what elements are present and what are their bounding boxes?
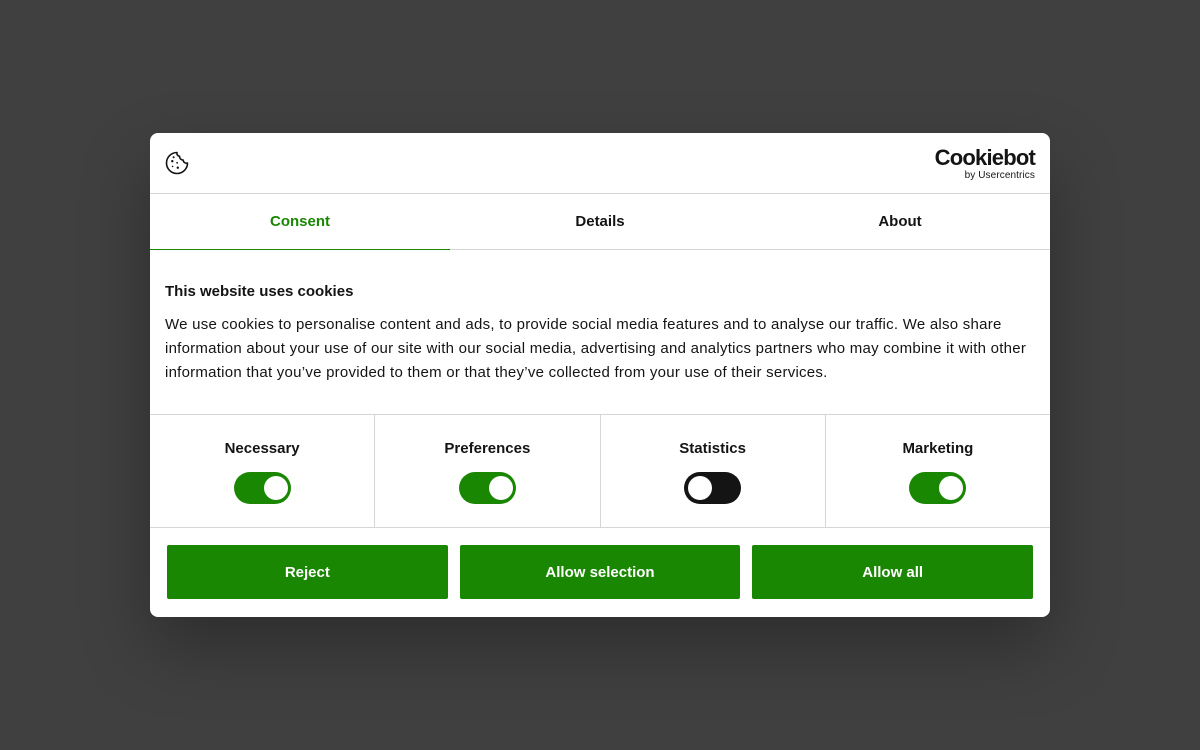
consent-body: This website uses cookies We use cookies…: [150, 250, 1050, 415]
dialog-header: Cookiebot by Usercentrics: [150, 133, 1050, 194]
brand-name: Cookiebot: [934, 145, 1036, 170]
cookie-consent-dialog: Cookiebot by Usercentrics Consent Detail…: [150, 133, 1050, 617]
consent-text: We use cookies to personalise content an…: [165, 316, 1027, 381]
cookiebot-logo: Cookiebot by Usercentrics: [934, 145, 1036, 182]
toggle-label: Necessary: [224, 440, 300, 457]
action-buttons: Reject Allow selection Allow all: [150, 528, 1050, 599]
toggle-label: Marketing: [902, 440, 974, 457]
statistics-switch[interactable]: [684, 472, 742, 504]
tab-consent[interactable]: Consent: [150, 194, 450, 250]
toggle-necessary: Necessary: [150, 415, 376, 527]
switch-knob: [688, 476, 713, 500]
toggle-label: Preferences: [444, 440, 531, 457]
tab-about[interactable]: About: [750, 194, 1050, 249]
allow-selection-button[interactable]: Allow selection: [459, 545, 741, 599]
switch-knob: [488, 476, 513, 500]
reject-button[interactable]: Reject: [167, 545, 448, 599]
toggle-preferences: Preferences: [375, 415, 601, 527]
marketing-switch[interactable]: [909, 472, 967, 504]
consent-title: This website uses cookies: [165, 283, 354, 300]
preferences-switch[interactable]: [458, 472, 516, 504]
tab-bar: Consent Details About: [150, 194, 1050, 250]
category-toggles: Necessary Preferences Statistics Marketi…: [150, 415, 1050, 528]
toggle-marketing: Marketing: [826, 415, 1050, 527]
toggle-statistics: Statistics: [601, 415, 826, 527]
brand-byline: by Usercentrics: [964, 170, 1035, 181]
allow-all-button[interactable]: Allow all: [752, 545, 1034, 599]
switch-knob: [939, 476, 964, 500]
switch-knob: [263, 476, 288, 500]
toggle-label: Statistics: [679, 440, 746, 457]
cookie-icon: [165, 151, 189, 175]
necessary-switch[interactable]: [233, 472, 291, 504]
tab-details[interactable]: Details: [450, 194, 750, 249]
